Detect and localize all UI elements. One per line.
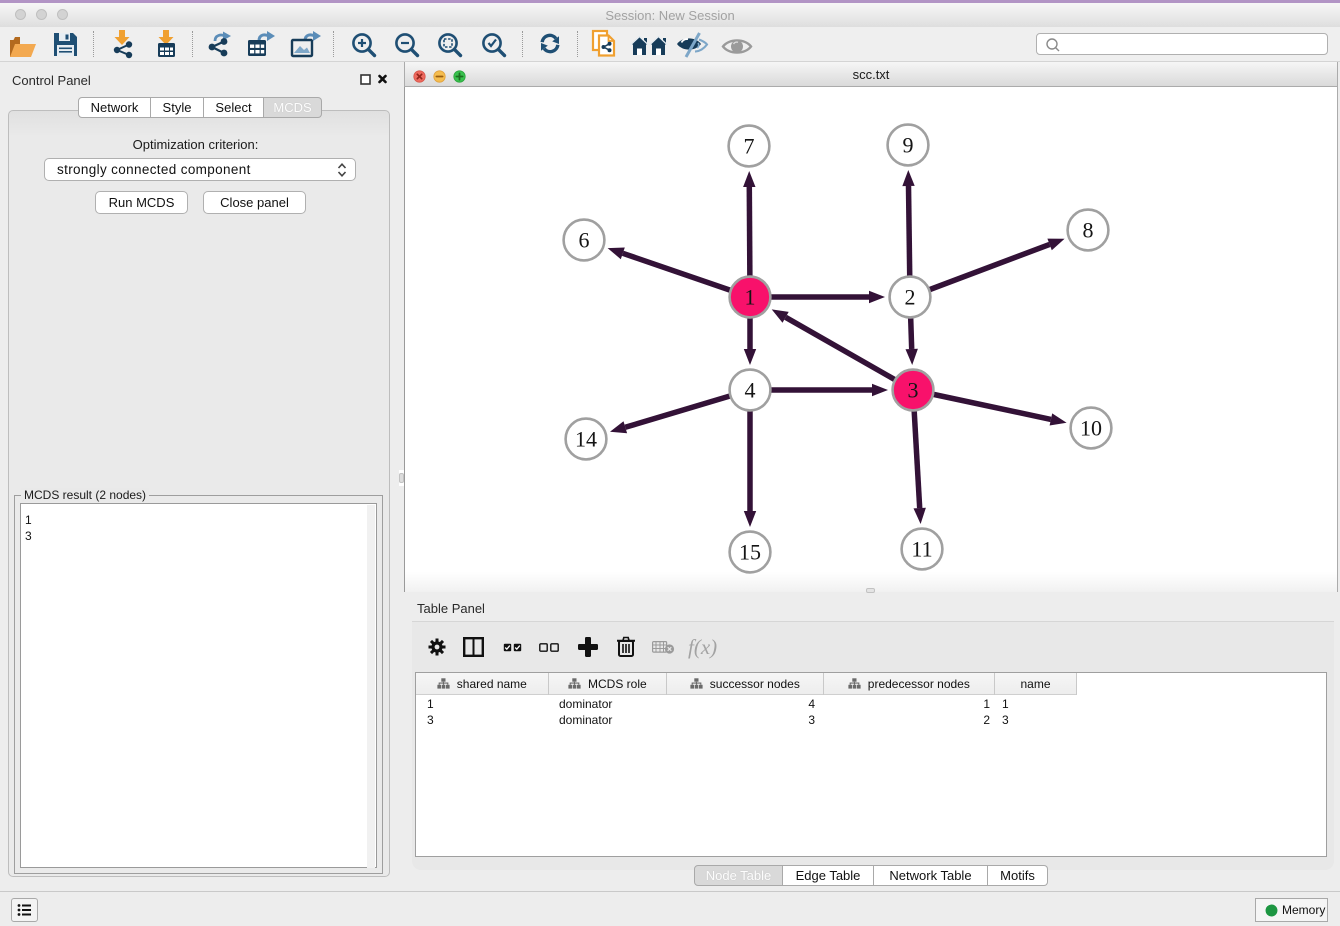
svg-text:1: 1 (745, 285, 756, 310)
svg-text:15: 15 (739, 540, 761, 565)
svg-text:7: 7 (744, 134, 755, 159)
svg-text:14: 14 (575, 427, 597, 452)
svg-text:8: 8 (1083, 218, 1094, 243)
svg-text:4: 4 (745, 378, 756, 403)
svg-text:3: 3 (908, 378, 919, 403)
svg-text:9: 9 (903, 133, 914, 158)
svg-text:10: 10 (1080, 416, 1102, 441)
svg-text:2: 2 (905, 285, 916, 310)
svg-text:11: 11 (911, 537, 932, 562)
svg-text:6: 6 (579, 228, 590, 253)
